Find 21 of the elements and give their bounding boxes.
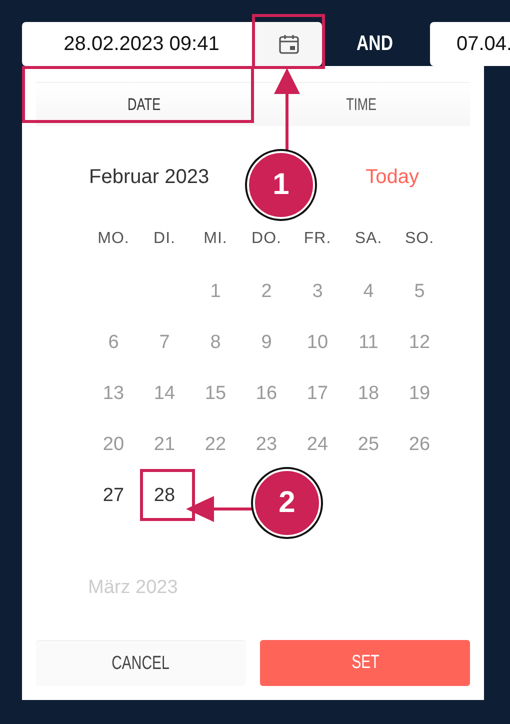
weekday-label: SA. — [354, 230, 382, 248]
date-field[interactable]: 28.02.2023 09:41 — [22, 22, 255, 66]
day-cell[interactable]: 28 — [154, 484, 176, 506]
weekday-label: SO. — [404, 230, 434, 248]
weekday-label: DO. — [252, 230, 282, 248]
calendar-icon — [278, 33, 300, 55]
today-link[interactable]: Today — [366, 166, 419, 188]
highlight-frame — [140, 469, 195, 521]
date-field[interactable]: 07.04. — [430, 22, 510, 66]
month-title: Februar 2023 — [89, 166, 210, 188]
tab[interactable]: DATE — [36, 82, 253, 126]
day-cell[interactable]: 27 — [102, 484, 124, 506]
weekday-label: FR. — [304, 230, 332, 248]
calendar-button[interactable] — [255, 22, 322, 66]
tab[interactable]: TIME — [253, 82, 470, 126]
set-button[interactable]: SET — [260, 640, 470, 686]
weekday-label: DI. — [154, 230, 176, 248]
weekday-label: MI. — [204, 230, 228, 248]
and-label: AND — [356, 32, 393, 56]
weekday-label: MO. — [98, 230, 130, 248]
cancel-button[interactable]: CANCEL — [36, 640, 246, 686]
